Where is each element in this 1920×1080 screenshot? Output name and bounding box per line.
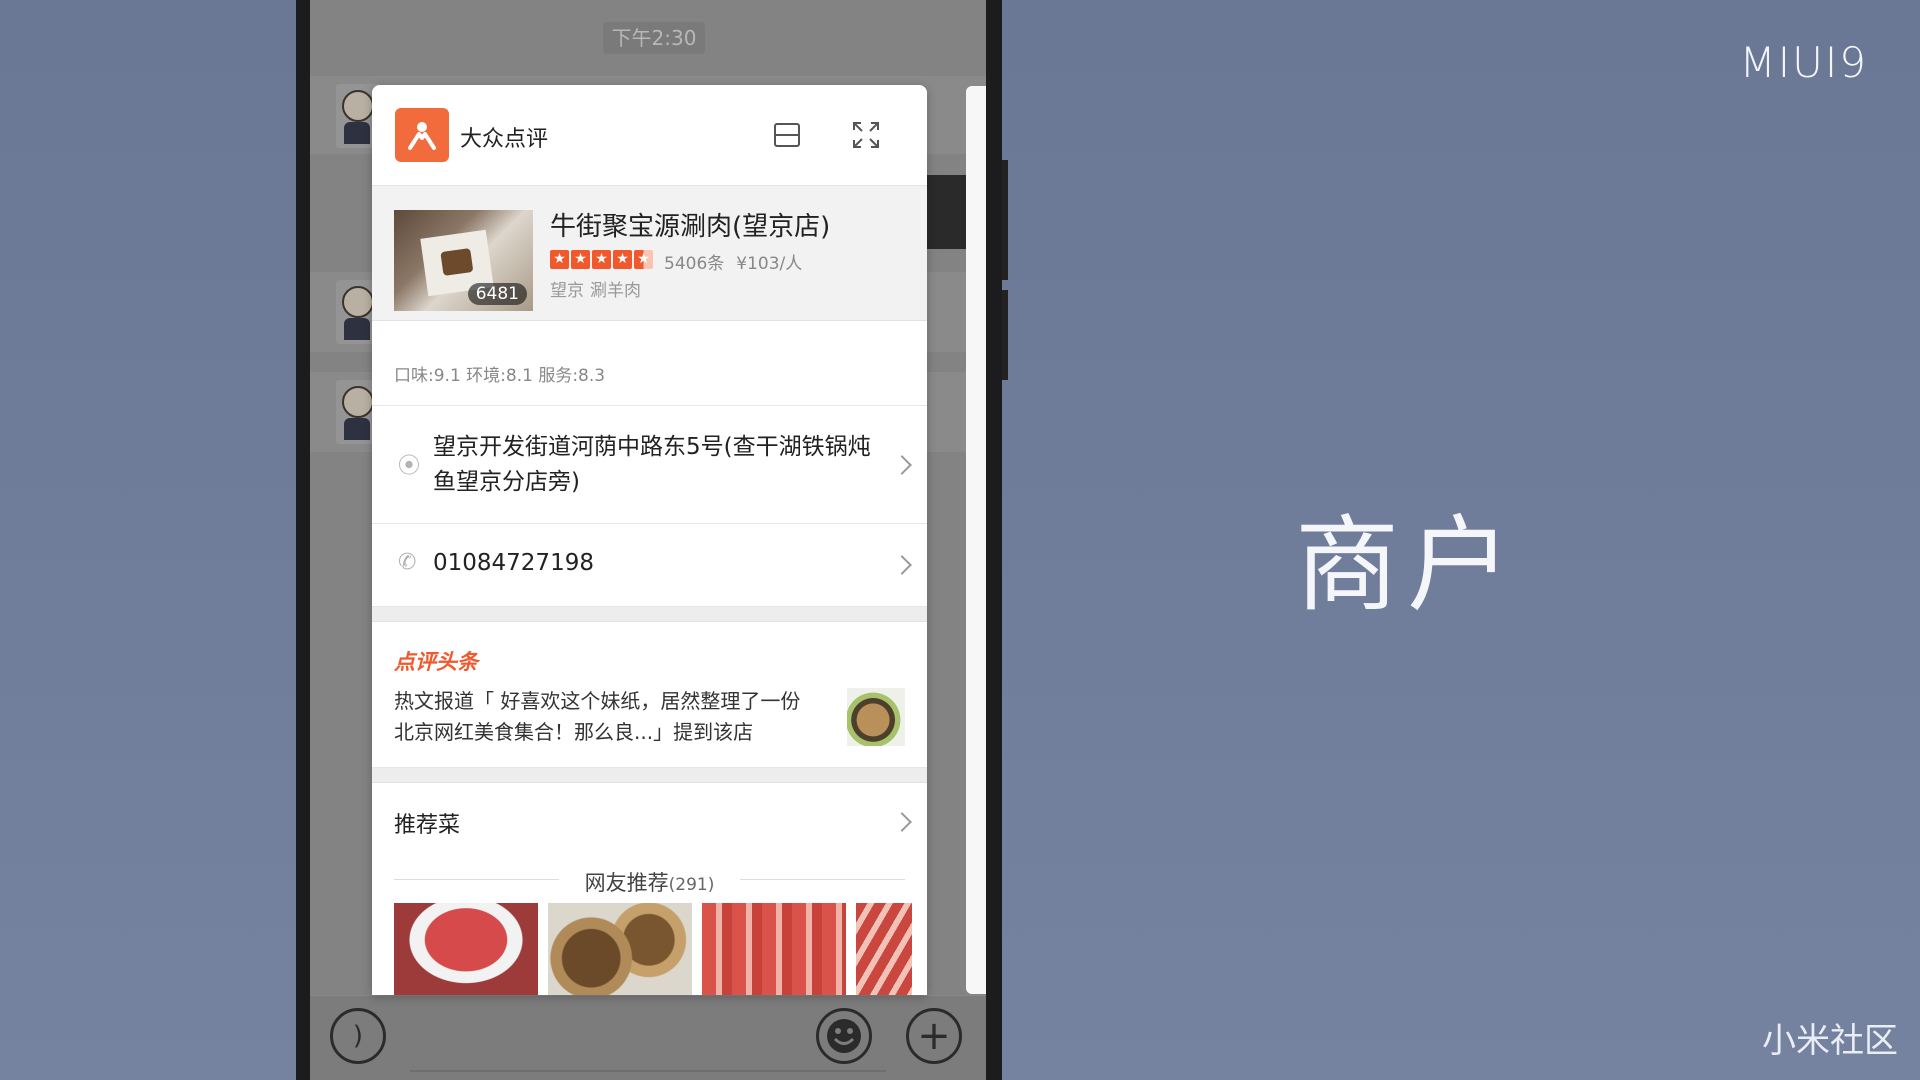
voice-button[interactable]: ) [330, 1008, 386, 1064]
star-icon: ★ [592, 250, 611, 269]
dish-photos [394, 903, 912, 995]
smiley-icon [827, 1019, 861, 1053]
scores-row: 口味:9.1 环境:8.1 服务:8.3 [372, 321, 927, 406]
star-rating: ★ ★ ★ ★ ★ [550, 250, 653, 269]
split-view-button[interactable] [767, 115, 807, 155]
recommend-subtitle-text: 网友推荐 [584, 871, 669, 895]
chat-time: 下午2:30 [603, 22, 705, 54]
more-button[interactable]: + [906, 1008, 962, 1064]
expand-icon [853, 122, 879, 148]
star-icon: ★ [550, 250, 569, 269]
next-card-peek[interactable] [966, 86, 986, 994]
recommend-count: (291) [668, 875, 715, 895]
phone-side-button [1002, 160, 1008, 280]
score-text: 口味:9.1 环境:8.1 服务:8.3 [394, 366, 606, 386]
section-gap [372, 607, 927, 622]
voice-icon: ) [352, 1021, 364, 1051]
dish-photo[interactable] [856, 903, 912, 995]
recommend-title: 推荐菜 [394, 813, 461, 838]
phone-row[interactable]: ✆ 01084727198 [372, 524, 927, 607]
recommend-header[interactable]: 推荐菜 [372, 783, 927, 861]
chevron-right-icon [892, 812, 912, 832]
emoji-button[interactable] [816, 1008, 872, 1064]
review-count: 5406条 [664, 254, 725, 274]
news-item[interactable]: 点评头条 热文报道「 好喜欢这个妹纸，居然整理了一份北京网红美食集合！那么良..… [372, 622, 927, 768]
shop-name: 牛街聚宝源涮肉(望京店) [550, 212, 831, 242]
dish-photo[interactable] [548, 903, 692, 995]
chevron-right-icon [892, 455, 912, 475]
dianping-card[interactable]: 大众点评 6481 牛街聚宝源涮肉(望京店) ★ ★ ★ ★ ★ 5406条 ¥… [372, 85, 927, 995]
message-input[interactable] [410, 1070, 886, 1072]
news-badge: 点评头条 [394, 650, 478, 674]
avg-price: ¥103/人 [736, 254, 803, 274]
photo-count: 6481 [467, 283, 527, 305]
address-row[interactable]: ⦿ 望京开发街道河荫中路东5号(查干湖铁锅炖鱼望京分店旁) [372, 406, 927, 524]
expand-button[interactable] [846, 115, 886, 155]
dish-photo[interactable] [394, 903, 538, 995]
chat-input-bar: ) + [310, 995, 986, 1080]
plus-icon: + [917, 1013, 951, 1059]
phone-number: 01084727198 [433, 550, 594, 576]
news-thumbnail [847, 688, 905, 746]
shop-meta: 5406条 ¥103/人 [664, 249, 814, 274]
chevron-right-icon [892, 555, 912, 575]
slide-headline: 商户 [1295, 504, 1520, 626]
dish-photo[interactable] [702, 903, 846, 995]
shop-tags: 望京 涮羊肉 [550, 276, 647, 301]
shop-photo[interactable]: 6481 [394, 210, 533, 311]
phone-side-button [1002, 290, 1008, 380]
shop-summary[interactable]: 6481 牛街聚宝源涮肉(望京店) ★ ★ ★ ★ ★ 5406条 ¥103/人 … [372, 186, 927, 321]
split-icon [774, 123, 800, 147]
section-gap [372, 768, 927, 783]
phone-icon: ✆ [398, 550, 417, 575]
recommend-subtitle: 网友推荐(291) [372, 861, 927, 897]
card-header: 大众点评 [372, 85, 927, 186]
address-text: 望京开发街道河荫中路东5号(查干湖铁锅炖鱼望京分店旁) [433, 434, 871, 495]
location-pin-icon: ⦿ [398, 454, 421, 479]
app-name: 大众点评 [460, 127, 549, 152]
star-icon: ★ [571, 250, 590, 269]
shop-category: 涮羊肉 [590, 281, 641, 301]
star-icon: ★ [613, 250, 632, 269]
news-text: 热文报道「 好喜欢这个妹纸，居然整理了一份北京网红美食集合！那么良...」提到该… [394, 689, 801, 744]
dianping-logo-icon [395, 108, 449, 162]
half-star-icon: ★ [634, 250, 653, 269]
shop-area: 望京 [550, 281, 584, 301]
watermark: 小米社区 [1762, 1021, 1898, 1061]
brand-logo: MIUI9 [1739, 38, 1868, 87]
